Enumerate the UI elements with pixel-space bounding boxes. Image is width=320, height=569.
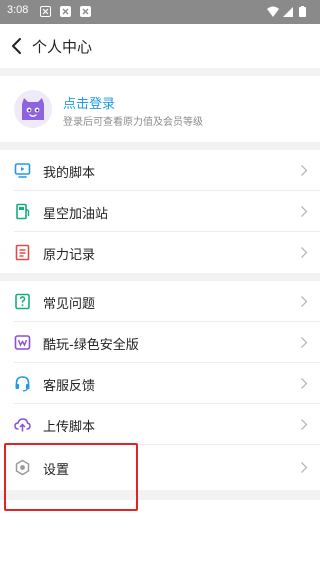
section-gap bbox=[0, 142, 320, 150]
section-gap bbox=[0, 490, 320, 500]
section-gap bbox=[0, 68, 320, 76]
chevron-right-icon bbox=[301, 247, 308, 258]
faq-question-icon bbox=[15, 293, 30, 310]
settings-hexagon-icon bbox=[15, 459, 30, 476]
menu-item-faq[interactable]: 常见问题 bbox=[0, 281, 320, 322]
login-description: 登录后可查看原力值及会员等级 bbox=[63, 117, 203, 128]
cloud-upload-icon bbox=[14, 418, 31, 432]
menu-item-force-record[interactable]: 原力记录 bbox=[0, 232, 320, 273]
notification-icon bbox=[40, 6, 51, 17]
menu-item-label: 星空加油站 bbox=[43, 207, 109, 222]
battery-icon bbox=[299, 7, 306, 17]
mascot-avatar-icon bbox=[14, 90, 52, 128]
login-profile-card[interactable]: 点击登录 登录后可查看原力值及会员等级 bbox=[0, 76, 320, 142]
menu-item-upload-script[interactable]: 上传脚本 bbox=[0, 404, 320, 445]
menu-item-label: 常见问题 bbox=[43, 297, 96, 312]
divider bbox=[14, 444, 320, 445]
chevron-right-icon bbox=[301, 419, 308, 430]
fuel-station-icon bbox=[16, 203, 30, 220]
menu-item-my-scripts[interactable]: 我的脚本 bbox=[0, 150, 320, 191]
chevron-right-icon bbox=[301, 378, 308, 389]
menu-item-label: 上传脚本 bbox=[43, 420, 96, 435]
headset-support-icon bbox=[15, 376, 30, 392]
app-icon bbox=[60, 6, 71, 17]
menu-item-label: 设置 bbox=[43, 463, 70, 478]
chevron-right-icon bbox=[301, 296, 308, 307]
menu-item-label: 酷玩-绿色安全版 bbox=[43, 338, 139, 353]
status-time: 3:08 bbox=[7, 4, 29, 16]
menu-item-label: 客服反馈 bbox=[43, 379, 96, 394]
status-right-icons bbox=[267, 6, 306, 17]
kuwan-app-icon bbox=[14, 335, 31, 350]
menu-item-customer-feedback[interactable]: 客服反馈 bbox=[0, 363, 320, 404]
wifi-icon bbox=[267, 6, 279, 17]
menu-item-fuel-station[interactable]: 星空加油站 bbox=[0, 191, 320, 232]
menu-item-kuwan[interactable]: 酷玩-绿色安全版 bbox=[0, 322, 320, 363]
menu-item-label: 原力记录 bbox=[43, 248, 96, 263]
header-bar: 个人中心 bbox=[0, 24, 320, 68]
menu-item-label: 我的脚本 bbox=[43, 166, 96, 181]
record-document-icon bbox=[15, 244, 30, 261]
menu-item-settings[interactable]: 设置 bbox=[0, 447, 320, 488]
chevron-right-icon bbox=[301, 462, 308, 473]
chevron-right-icon bbox=[301, 165, 308, 176]
chevron-left-icon[interactable] bbox=[10, 36, 24, 56]
page-title: 个人中心 bbox=[32, 38, 93, 56]
signal-icon bbox=[283, 7, 293, 17]
chevron-right-icon bbox=[301, 337, 308, 348]
section-gap bbox=[0, 273, 320, 281]
app-icon-2 bbox=[80, 6, 91, 17]
script-screen-icon bbox=[14, 163, 31, 178]
login-link[interactable]: 点击登录 bbox=[63, 93, 115, 112]
chevron-right-icon bbox=[301, 206, 308, 217]
status-bar: 3:08 bbox=[0, 0, 320, 24]
